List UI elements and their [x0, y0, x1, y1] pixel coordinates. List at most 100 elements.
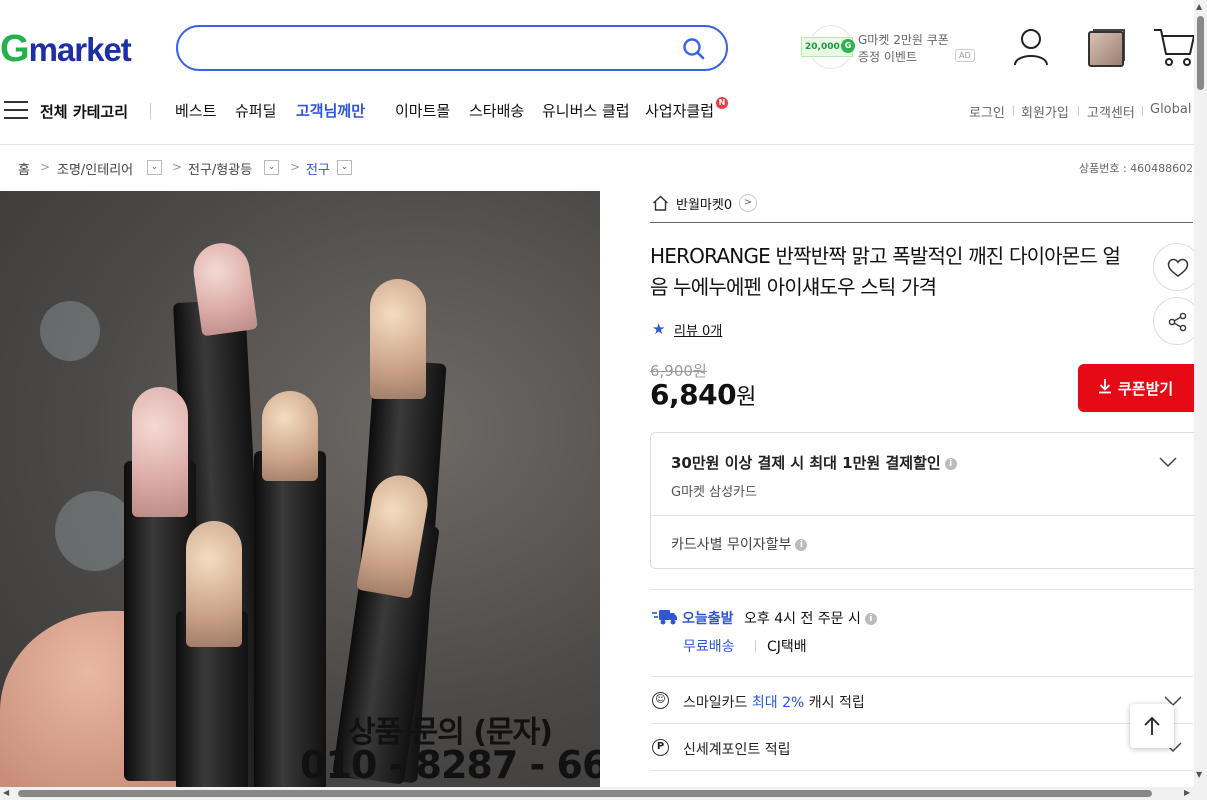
promo-line2: 증정 이벤트 — [858, 50, 918, 64]
card-benefit-headline[interactable]: 30만원 이상 결제 시 최대 1만원 결제할인 i — [671, 452, 957, 473]
sale-price: 6,840원 — [650, 378, 756, 411]
user-icon[interactable] — [1012, 27, 1050, 71]
installment-text: 카드사별 무이자할부 — [671, 537, 792, 553]
product-number: 상품번호 : 460488602 — [1079, 162, 1194, 175]
scroll-left-arrow-icon[interactable]: ◀ — [3, 788, 9, 797]
nav-best[interactable]: 베스트 — [175, 100, 216, 121]
seller-name: 반월마켓0 — [676, 198, 733, 213]
nav-for-you[interactable]: 고객님께만 — [296, 100, 365, 121]
scroll-right-arrow-icon[interactable]: ▶ — [1184, 788, 1190, 797]
global-link[interactable]: Global — [1150, 102, 1191, 117]
section-divider — [650, 589, 1193, 590]
breadcrumb-home[interactable]: 홈 — [18, 159, 30, 178]
eyeshadow-tip — [132, 387, 188, 517]
page: Gmarket 20,000 G G마켓 2만원 쿠폰 증정 이벤트 AD 전체… — [0, 0, 1207, 800]
product-title: HERORANGE 반짝반짝 맑고 폭발적인 깨진 다이아몬드 얼음 누에누에펜… — [650, 244, 1121, 299]
smile-card-suffix: 캐시 적립 — [808, 695, 865, 711]
eyeshadow-tip — [262, 391, 318, 481]
logo-g: G — [0, 28, 30, 70]
smile-card-text: 스마일카드 최대 2% 캐시 적립 — [683, 692, 865, 712]
promo-line1: G마켓 2만원 쿠폰 — [858, 33, 949, 47]
eyeshadow-tip — [370, 279, 426, 399]
scroll-up-arrow-icon[interactable]: ▲ — [1196, 2, 1202, 11]
phone-overlay-text: 010 - 8287 - 6671 — [300, 743, 600, 787]
section-divider — [650, 770, 1193, 771]
promo-g-icon: G — [841, 39, 855, 53]
shinsegae-point-text: 신세계포인트 적립 — [683, 742, 791, 758]
eyeshadow-tip — [186, 521, 242, 647]
smile-card-name: 스마일카드 — [683, 695, 748, 711]
download-icon — [1098, 378, 1112, 398]
breadcrumb-dropdown-icon[interactable]: ⌄ — [337, 160, 352, 175]
nav-universe-club[interactable]: 유니버스 클럽 — [542, 100, 630, 121]
section-divider — [650, 723, 1193, 724]
all-categories-link[interactable]: 전체 카테고리 — [40, 101, 128, 122]
horizontal-scroll-thumb[interactable] — [18, 790, 1152, 797]
login-link[interactable]: 로그인 — [969, 102, 1005, 121]
carrier: CJ택배 — [767, 639, 807, 655]
chevron-down-icon[interactable] — [1159, 457, 1177, 468]
section-divider — [650, 222, 1193, 223]
util-divider — [1013, 106, 1014, 116]
info-icon[interactable]: i — [864, 613, 877, 625]
util-divider — [1078, 106, 1079, 116]
vertical-scrollbar[interactable]: ▲ ▼ — [1194, 0, 1207, 787]
point-icon: P — [652, 739, 669, 756]
util-divider — [1142, 106, 1143, 116]
scroll-to-top-button[interactable] — [1130, 704, 1174, 748]
arrow-up-icon — [1144, 716, 1160, 735]
nav-star-delivery[interactable]: 스타배송 — [469, 100, 524, 121]
breadcrumb-dropdown-icon[interactable]: ⌄ — [147, 160, 162, 175]
breadcrumb-category2[interactable]: 전구/형광등 — [188, 159, 252, 178]
heart-icon — [1167, 258, 1189, 277]
eyeshadow-stick — [254, 451, 326, 787]
new-badge: N — [716, 97, 728, 109]
customer-center-link[interactable]: 고객센터 — [1087, 102, 1135, 121]
coupon-button[interactable]: 쿠폰받기 — [1078, 364, 1194, 412]
card-benefit-text: 30만원 이상 결제 시 최대 1만원 결제할인 — [671, 454, 941, 472]
breadcrumb-dropdown-icon[interactable]: ⌄ — [264, 160, 279, 175]
section-divider — [650, 676, 1193, 677]
eyeshadow-tip — [190, 239, 258, 337]
breadcrumb-separator: > — [40, 160, 51, 174]
price-value: 6,840 — [650, 378, 737, 411]
card-divider — [651, 515, 1199, 516]
nav-divider — [150, 103, 151, 119]
logo-text: market — [28, 31, 132, 68]
shipping-cutoff: 오후 4시 전 주문 시i — [744, 608, 877, 628]
bokeh — [40, 301, 100, 361]
vertical-scroll-thumb[interactable] — [1197, 16, 1204, 90]
product-image[interactable]: 상품 문의 (문자) 010 - 8287 - 6671 — [0, 191, 600, 787]
nav-superdeal[interactable]: 슈퍼딜 — [235, 100, 276, 121]
cart-icon[interactable] — [1152, 26, 1196, 72]
scroll-down-arrow-icon[interactable]: ▼ — [1196, 770, 1202, 779]
breadcrumb-category1[interactable]: 조명/인테리어 — [57, 159, 133, 178]
info-icon[interactable]: i — [795, 539, 808, 551]
search-box — [176, 25, 728, 71]
info-icon[interactable]: i — [944, 457, 957, 470]
search-input[interactable] — [198, 37, 668, 61]
breadcrumb-current[interactable]: 전구 — [306, 159, 330, 178]
star-icon: ★ — [652, 320, 666, 338]
review-count: 리뷰 0개 — [674, 324, 723, 339]
nav-business-club[interactable]: 사업자클럽 — [645, 100, 714, 121]
search-icon[interactable] — [682, 37, 706, 65]
promo-banner[interactable]: 20,000 G G마켓 2만원 쿠폰 증정 이벤트 AD — [801, 25, 981, 71]
signup-link[interactable]: 회원가입 — [1021, 102, 1069, 121]
gmarket-logo[interactable]: Gmarket — [0, 28, 132, 71]
shipping-cutoff-text: 오후 4시 전 주문 시 — [744, 611, 861, 627]
smile-icon: ☺ — [652, 692, 669, 709]
breadcrumb-separator: > — [290, 160, 301, 174]
card-benefit-box: 30만원 이상 결제 시 최대 1만원 결제할인 i G마켓 삼성카드 카드사별 … — [650, 432, 1200, 569]
header-divider — [0, 144, 1207, 145]
card-name: G마켓 삼성카드 — [671, 485, 757, 500]
menu-icon[interactable] — [4, 101, 28, 119]
bokeh — [55, 491, 135, 571]
nav-emart[interactable]: 이마트몰 — [395, 100, 450, 121]
today-shipping-badge: 오늘출발 — [682, 611, 734, 627]
horizontal-scrollbar[interactable]: ◀ ▶ — [0, 787, 1207, 800]
installment-info[interactable]: 카드사별 무이자할부 i — [671, 534, 808, 554]
coupon-label: 쿠폰받기 — [1118, 380, 1174, 398]
recent-item-thumbnail[interactable] — [1088, 31, 1124, 67]
chevron-right-icon: > — [739, 194, 757, 212]
